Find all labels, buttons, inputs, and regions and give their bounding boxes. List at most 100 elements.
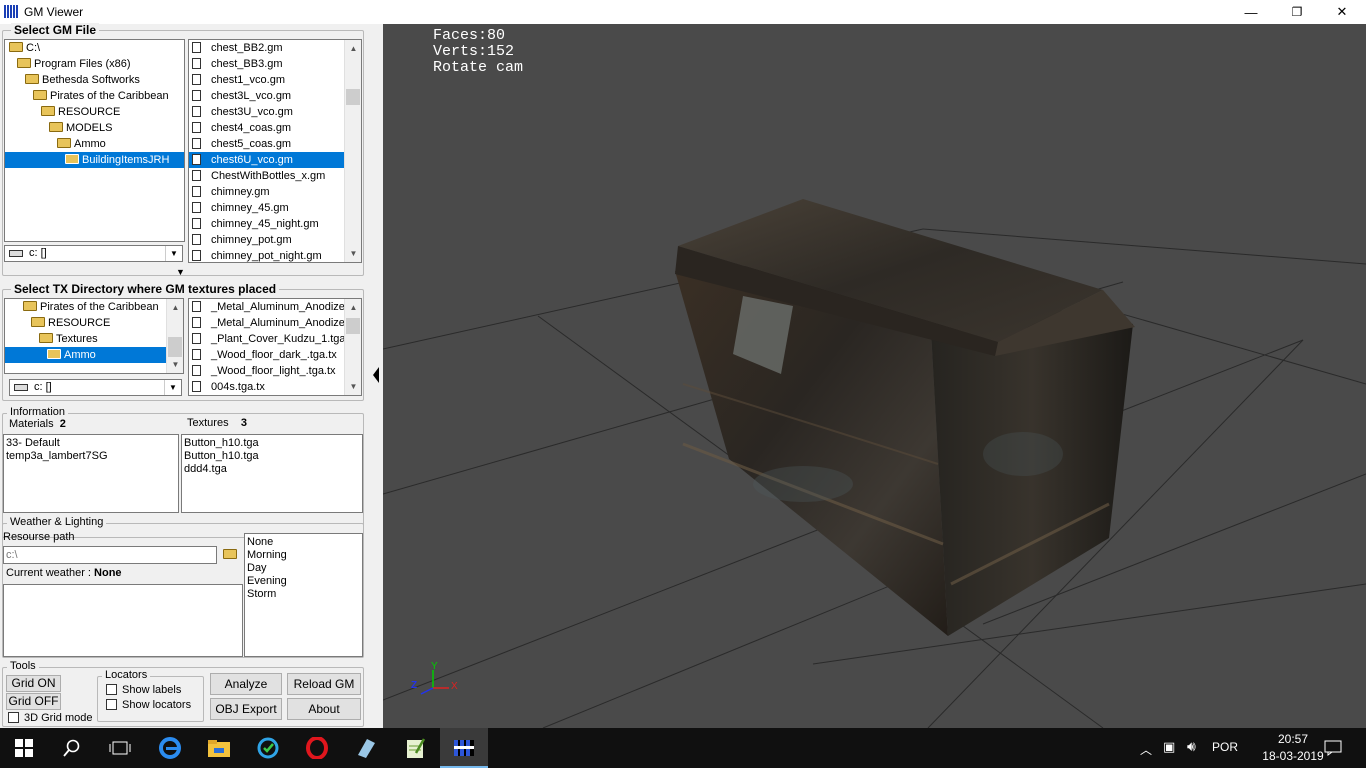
tx-drive-select[interactable]: c: [] ▼ bbox=[9, 379, 182, 396]
edge-browser-icon[interactable] bbox=[158, 736, 182, 760]
taskbar-gmviewer-button[interactable] bbox=[440, 728, 488, 768]
gm-folder-tree[interactable]: C:\ Program Files (x86) Bethesda Softworks… bbox=[4, 39, 185, 242]
file-list-item[interactable]: _Plant_Cover_Kudzu_1.tga. bbox=[189, 331, 361, 347]
notifications-icon[interactable] bbox=[1321, 736, 1345, 760]
grid-off-button[interactable]: Grid OFF bbox=[6, 693, 61, 710]
scroll-thumb[interactable] bbox=[346, 318, 360, 334]
close-button[interactable]: ✕ bbox=[1319, 0, 1365, 24]
file-list-item[interactable]: _Wood_floor_dark_.tga.tx bbox=[189, 347, 361, 363]
weather-option[interactable]: None bbox=[247, 536, 360, 549]
file-list-item[interactable]: chest5_coas.gm bbox=[189, 136, 361, 152]
panel-splitter[interactable] bbox=[369, 24, 382, 728]
file-list-item[interactable]: chimney_45_night.gm bbox=[189, 216, 361, 232]
file-list-item[interactable]: _Wood_floor_light_.tga.tx bbox=[189, 363, 361, 379]
tx-folder-tree[interactable]: Pirates of the Caribbean RESOURCE Textures… bbox=[4, 298, 184, 374]
file-list-item[interactable]: _Metal_Aluminum_Anodized bbox=[189, 299, 361, 315]
materials-list[interactable]: 33- Default temp3a_lambert7SG bbox=[3, 434, 179, 513]
texture-item[interactable]: ddd4.tga bbox=[184, 463, 360, 476]
folder-tree-item[interactable]: RESOURCE bbox=[5, 315, 183, 331]
collapse-left-icon[interactable] bbox=[373, 367, 379, 383]
network-icon[interactable]: ▣ bbox=[1163, 739, 1175, 755]
folder-tree-item[interactable]: Ammo bbox=[5, 347, 167, 363]
obj-export-button[interactable]: OBJ Export bbox=[210, 698, 282, 720]
tx-file-scrollbar[interactable]: ▲ ▼ bbox=[344, 299, 361, 395]
folder-tree-item[interactable]: Program Files (x86) bbox=[5, 56, 184, 72]
file-list-item[interactable]: chest4_coas.gm bbox=[189, 120, 361, 136]
scroll-down-icon[interactable]: ▼ bbox=[345, 245, 361, 262]
checkbox-icon[interactable] bbox=[106, 684, 117, 695]
folder-tree-item[interactable]: Textures bbox=[5, 331, 183, 347]
file-list-item[interactable]: chimney_45.gm bbox=[189, 200, 361, 216]
gm-file-list[interactable]: chest_BB2.gm chest_BB3.gm chest1_vco.gm che… bbox=[188, 39, 362, 263]
scroll-down-icon[interactable]: ▼ bbox=[167, 356, 183, 373]
file-list-item[interactable]: 004s.tga.tx bbox=[189, 379, 361, 395]
ccleaner-icon[interactable] bbox=[256, 736, 280, 760]
file-list-item[interactable]: chest_BB2.gm bbox=[189, 40, 361, 56]
checkbox-icon[interactable] bbox=[8, 712, 19, 723]
material-item[interactable]: temp3a_lambert7SG bbox=[6, 450, 176, 463]
weather-option[interactable]: Evening bbox=[247, 575, 360, 588]
scroll-up-icon[interactable]: ▲ bbox=[345, 299, 361, 316]
file-list-item[interactable]: chest3L_vco.gm bbox=[189, 88, 361, 104]
clock-time[interactable]: 20:57 bbox=[1264, 732, 1322, 746]
folder-tree-item[interactable]: BuildingItemsJRH bbox=[5, 152, 184, 168]
minimize-button[interactable]: — bbox=[1228, 0, 1274, 24]
file-explorer-icon[interactable] bbox=[207, 736, 231, 760]
scroll-up-icon[interactable]: ▲ bbox=[167, 299, 183, 316]
tx-tree-scrollbar[interactable]: ▲ ▼ bbox=[166, 299, 183, 373]
scroll-down-icon[interactable]: ▼ bbox=[345, 378, 361, 395]
tx-file-list[interactable]: _Metal_Aluminum_Anodized _Metal_Aluminum_… bbox=[188, 298, 362, 396]
scroll-up-icon[interactable]: ▲ bbox=[345, 40, 361, 57]
file-list-item[interactable]: chimney_pot_night.gm bbox=[189, 248, 361, 262]
folder-tree-item[interactable]: MODELS bbox=[5, 120, 184, 136]
volume-icon[interactable]: 🔊︎ bbox=[1187, 738, 1196, 755]
textures-list[interactable]: Button_h10.tga Button_h10.tga ddd4.tga bbox=[181, 434, 363, 513]
notepad-app-icon[interactable] bbox=[354, 736, 378, 760]
analyze-button[interactable]: Analyze bbox=[210, 673, 282, 695]
windows-start-icon[interactable] bbox=[12, 736, 36, 760]
3d-viewport[interactable]: Faces:80 Verts:152 Rotate cam Y Z X bbox=[383, 24, 1366, 728]
opera-browser-icon[interactable] bbox=[305, 736, 329, 760]
resource-path-input[interactable]: c:\ bbox=[3, 546, 217, 564]
texture-item[interactable]: Button_h10.tga bbox=[184, 437, 360, 450]
clock-date[interactable]: 18-03-2019 bbox=[1260, 749, 1326, 763]
reload-gm-button[interactable]: Reload GM bbox=[287, 673, 361, 695]
show-labels-checkbox[interactable]: Show labels bbox=[106, 684, 181, 696]
weather-option[interactable]: Morning bbox=[247, 549, 360, 562]
collapse-down-icon[interactable]: ▼ bbox=[176, 267, 185, 277]
scroll-thumb[interactable] bbox=[168, 337, 182, 357]
gm-drive-select[interactable]: c: [] ▼ bbox=[4, 245, 183, 262]
notepadpp-icon[interactable] bbox=[403, 736, 427, 760]
dropdown-arrow-icon[interactable]: ▼ bbox=[164, 380, 181, 395]
gm-file-scrollbar[interactable]: ▲ ▼ bbox=[344, 40, 361, 262]
folder-tree-item[interactable]: Pirates of the Caribbean bbox=[5, 299, 183, 315]
checkbox-icon[interactable] bbox=[106, 699, 117, 710]
folder-tree-item[interactable]: RESOURCE bbox=[5, 104, 184, 120]
weather-options-list[interactable]: None Morning Day Evening Storm bbox=[244, 533, 363, 657]
weather-option[interactable]: Day bbox=[247, 562, 360, 575]
grid-3d-checkbox[interactable]: 3D Grid mode bbox=[8, 712, 92, 724]
browse-folder-button[interactable] bbox=[219, 546, 241, 564]
about-button[interactable]: About bbox=[287, 698, 361, 720]
folder-tree-item[interactable]: Ammo bbox=[5, 136, 184, 152]
scroll-thumb[interactable] bbox=[346, 89, 360, 105]
weather-option[interactable]: Storm bbox=[247, 588, 360, 601]
restore-button[interactable]: ❐ bbox=[1274, 0, 1320, 24]
texture-item[interactable]: Button_h10.tga bbox=[184, 450, 360, 463]
show-locators-checkbox[interactable]: Show locators bbox=[106, 699, 191, 711]
folder-tree-item[interactable]: C:\ bbox=[5, 40, 184, 56]
file-list-item[interactable]: chest3U_vco.gm bbox=[189, 104, 361, 120]
file-list-item[interactable]: chest6U_vco.gm bbox=[189, 152, 345, 168]
file-list-item[interactable]: chimney_pot.gm bbox=[189, 232, 361, 248]
file-list-item[interactable]: chest1_vco.gm bbox=[189, 72, 361, 88]
language-indicator[interactable]: POR bbox=[1212, 740, 1238, 754]
grid-on-button[interactable]: Grid ON bbox=[6, 675, 61, 692]
search-icon[interactable] bbox=[60, 736, 84, 760]
file-list-item[interactable]: chest_BB3.gm bbox=[189, 56, 361, 72]
folder-tree-item[interactable]: Pirates of the Caribbean bbox=[5, 88, 184, 104]
folder-tree-item[interactable]: Bethesda Softworks bbox=[5, 72, 184, 88]
file-list-item[interactable]: ChestWithBottles_x.gm bbox=[189, 168, 361, 184]
material-item[interactable]: 33- Default bbox=[6, 437, 176, 450]
dropdown-arrow-icon[interactable]: ▼ bbox=[165, 246, 182, 261]
file-list-item[interactable]: chimney.gm bbox=[189, 184, 361, 200]
